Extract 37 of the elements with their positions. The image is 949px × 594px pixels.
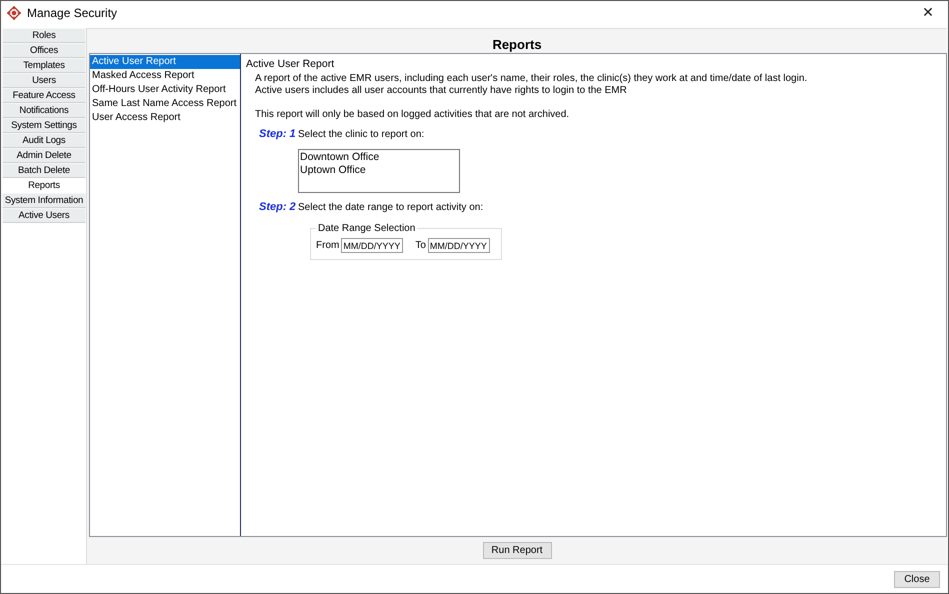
nav-tab[interactable]: Audit Logs: [2, 133, 86, 148]
nav-tab[interactable]: Roles: [2, 28, 86, 43]
clinic-item[interactable]: Uptown Office: [300, 164, 458, 177]
to-label: To: [415, 240, 426, 251]
report-item[interactable]: Same Last Name Access Report: [90, 97, 240, 111]
window-title: Manage Security: [27, 6, 118, 20]
nav-tab[interactable]: Templates: [2, 58, 86, 73]
to-date-field[interactable]: MM/DD/YYYY: [428, 238, 490, 253]
clinic-item[interactable]: Downtown Office: [300, 151, 458, 164]
report-item[interactable]: Off-Hours User Activity Report: [90, 83, 240, 97]
nav-tab[interactable]: Batch Delete: [2, 163, 86, 178]
nav-tab[interactable]: Active Users: [2, 208, 86, 223]
note-text: This report will only be based on logged activities that are not archived.: [254, 109, 570, 121]
nav-tab[interactable]: Users: [2, 73, 86, 88]
from-label: From: [316, 240, 340, 251]
run-report-button[interactable]: Run Report: [482, 542, 552, 559]
group-label: Date Range Selection: [317, 223, 416, 234]
nav-tab[interactable]: Notifications: [2, 103, 86, 118]
nav-tab[interactable]: System Settings: [2, 118, 86, 133]
report-heading: Active User Report: [246, 58, 336, 70]
close-button[interactable]: Close: [894, 570, 940, 588]
step-text: Select the date range to report activity on:: [298, 202, 484, 212]
from-date-field[interactable]: MM/DD/YYYY: [341, 238, 404, 253]
description-text: Active users includes all user accounts that currently have rights to login to the EMR: [255, 85, 628, 97]
report-item[interactable]: Active User Report: [90, 55, 240, 69]
nav-tab[interactable]: Feature Access: [2, 88, 86, 103]
description-text: A report of the active EMR users, including each user's name, their roles, the clinic(s) they work at and time/date of last login.: [255, 73, 808, 85]
nav-tab[interactable]: Admin Delete: [2, 148, 86, 163]
nav-tab[interactable]: System Information: [2, 193, 86, 208]
step-text: Select the clinic to report on:: [298, 128, 424, 140]
report-item[interactable]: Masked Access Report: [90, 69, 240, 83]
nav-tab[interactable]: Offices: [2, 43, 86, 58]
report-item[interactable]: User Access Report: [90, 111, 240, 125]
step-label: Step: 2: [259, 201, 297, 213]
app-icon: [7, 6, 21, 20]
panel-title: Reports: [491, 36, 543, 53]
step-label: Step: 1: [259, 128, 297, 140]
